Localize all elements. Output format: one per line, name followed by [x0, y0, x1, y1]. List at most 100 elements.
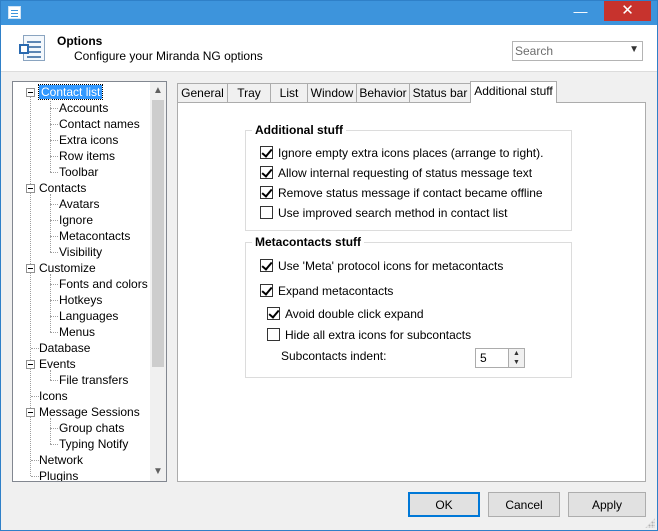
checkbox-box[interactable] — [260, 146, 273, 159]
tree-item[interactable]: Languages — [59, 308, 118, 324]
checkbox-box[interactable] — [260, 284, 273, 297]
tree-item[interactable]: Fonts and colors — [59, 276, 148, 292]
tree-item[interactable]: Message Sessions — [39, 404, 140, 420]
tree-item-label: Plugins — [39, 469, 79, 482]
ok-button[interactable]: OK — [408, 492, 480, 517]
title-bar[interactable]: — ✕ — [1, 1, 657, 25]
checkbox-box[interactable] — [260, 166, 273, 179]
collapse-icon[interactable] — [26, 184, 35, 193]
checkbox-box[interactable] — [260, 259, 273, 272]
checkbox-box[interactable] — [267, 328, 280, 341]
tree-item-label: Contacts — [39, 181, 87, 195]
apply-button[interactable]: Apply — [568, 492, 646, 517]
tree-connector — [31, 348, 39, 349]
tree-connector — [50, 284, 58, 285]
tree-connector — [50, 204, 58, 205]
tree-connector — [50, 108, 58, 109]
tree-item-label: Typing Notify — [59, 437, 129, 451]
tree-item-label: Message Sessions — [39, 405, 140, 419]
collapse-icon[interactable] — [26, 88, 35, 97]
tree-item[interactable]: Toolbar — [59, 164, 98, 180]
tree-connector — [50, 172, 58, 173]
options-window: — ✕ Options Configure your Miranda NG op… — [0, 0, 658, 531]
tree-connector — [50, 380, 58, 381]
group-title-additional: Additional stuff — [252, 123, 346, 137]
scroll-down-icon[interactable]: ▼ — [150, 464, 166, 480]
cancel-button[interactable]: Cancel — [488, 492, 560, 517]
tree-connector — [31, 460, 39, 461]
tree-item[interactable]: File transfers — [59, 372, 128, 388]
tree-connector — [50, 140, 58, 141]
subcontacts-indent-label: Subcontacts indent: — [281, 349, 387, 363]
tree-item-label: Avatars — [59, 197, 100, 211]
tree-item[interactable]: Icons — [39, 388, 68, 404]
collapse-icon[interactable] — [26, 360, 35, 369]
tree-connector — [50, 444, 58, 445]
tree-connector — [31, 396, 39, 397]
chevron-down-icon[interactable]: ▼ — [629, 44, 639, 55]
options-tree[interactable]: ▲ ▼ Contact list Accounts Contact names Ext… — [12, 81, 167, 482]
scroll-thumb[interactable] — [152, 100, 164, 367]
page-title: Options — [57, 34, 103, 48]
tree-item[interactable]: Row items — [59, 148, 115, 164]
tree-item[interactable]: Accounts — [59, 100, 108, 116]
tree-item[interactable]: Events — [39, 356, 76, 372]
tree-item-label: Row items — [59, 149, 116, 163]
tree-item[interactable]: Network — [39, 452, 83, 468]
search-box[interactable]: ▼ — [512, 41, 643, 61]
tree-scrollbar[interactable]: ▲ ▼ — [150, 82, 166, 481]
tree-item[interactable]: Metacontacts — [59, 228, 130, 244]
tab-status-bar[interactable]: Status bar — [409, 83, 471, 102]
tree-item-label: Network — [39, 453, 84, 467]
tree-item[interactable]: Hotkeys — [59, 292, 102, 308]
tree-item[interactable]: Contact list — [37, 84, 104, 100]
tree-item[interactable]: Customize — [39, 260, 96, 276]
scroll-up-icon[interactable]: ▲ — [150, 83, 166, 99]
tree-item[interactable]: Menus — [59, 324, 95, 340]
tree-item-label: Group chats — [59, 421, 125, 435]
tree-item[interactable]: Contacts — [39, 180, 86, 196]
tree-item[interactable]: Contact names — [59, 116, 140, 132]
tree-item-label: Languages — [59, 309, 119, 323]
spin-down-icon[interactable]: ▼ — [509, 358, 524, 367]
tree-item[interactable]: Plugins — [39, 468, 79, 482]
tree-item[interactable]: Ignore — [59, 212, 93, 228]
group-title-meta: Metacontacts stuff — [252, 235, 365, 249]
indent-value[interactable]: 5 — [480, 351, 487, 365]
checkbox-box[interactable] — [267, 307, 280, 320]
options-header: Options Configure your Miranda NG option… — [1, 25, 657, 72]
tree-connector — [50, 274, 51, 332]
search-input[interactable] — [515, 44, 623, 58]
tree-item[interactable]: Extra icons — [59, 132, 118, 148]
close-button[interactable]: ✕ — [604, 1, 651, 21]
tree-item[interactable]: Typing Notify — [59, 436, 128, 452]
resize-grip[interactable] — [645, 518, 655, 528]
tab-general[interactable]: General — [177, 83, 228, 102]
tree-item-label: Metacontacts — [59, 229, 131, 243]
options-icon — [19, 35, 47, 61]
tab-additional-stuff[interactable]: Additional stuff — [470, 81, 557, 103]
subcontacts-indent-stepper[interactable]: 5 ▲ ▼ — [475, 348, 525, 368]
tree-connector — [50, 220, 58, 221]
tab-window[interactable]: Window — [307, 83, 357, 102]
collapse-icon[interactable] — [26, 408, 35, 417]
tree-connector — [50, 418, 51, 444]
tree-item[interactable]: Database — [39, 340, 90, 356]
tree-connector — [31, 476, 39, 477]
tab-behavior[interactable]: Behavior — [356, 83, 410, 102]
tree-item-label: Menus — [59, 325, 96, 339]
tree-item[interactable]: Group chats — [59, 420, 124, 436]
minimize-button[interactable]: — — [566, 1, 595, 21]
tab-panel-additional-stuff: Additional stuff Ignore empty extra icon… — [177, 102, 646, 482]
tree-item-label: Ignore — [59, 213, 94, 227]
collapse-icon[interactable] — [26, 264, 35, 273]
tree-item[interactable]: Visibility — [59, 244, 102, 260]
tab-tray[interactable]: Tray — [227, 83, 271, 102]
tree-item-label: File transfers — [59, 373, 129, 387]
tree-item[interactable]: Avatars — [59, 196, 99, 212]
checkbox-box[interactable] — [260, 206, 273, 219]
checkbox-box[interactable] — [260, 186, 273, 199]
tree-connector — [50, 252, 58, 253]
tree-connector — [50, 300, 58, 301]
tab-list[interactable]: List — [270, 83, 308, 102]
